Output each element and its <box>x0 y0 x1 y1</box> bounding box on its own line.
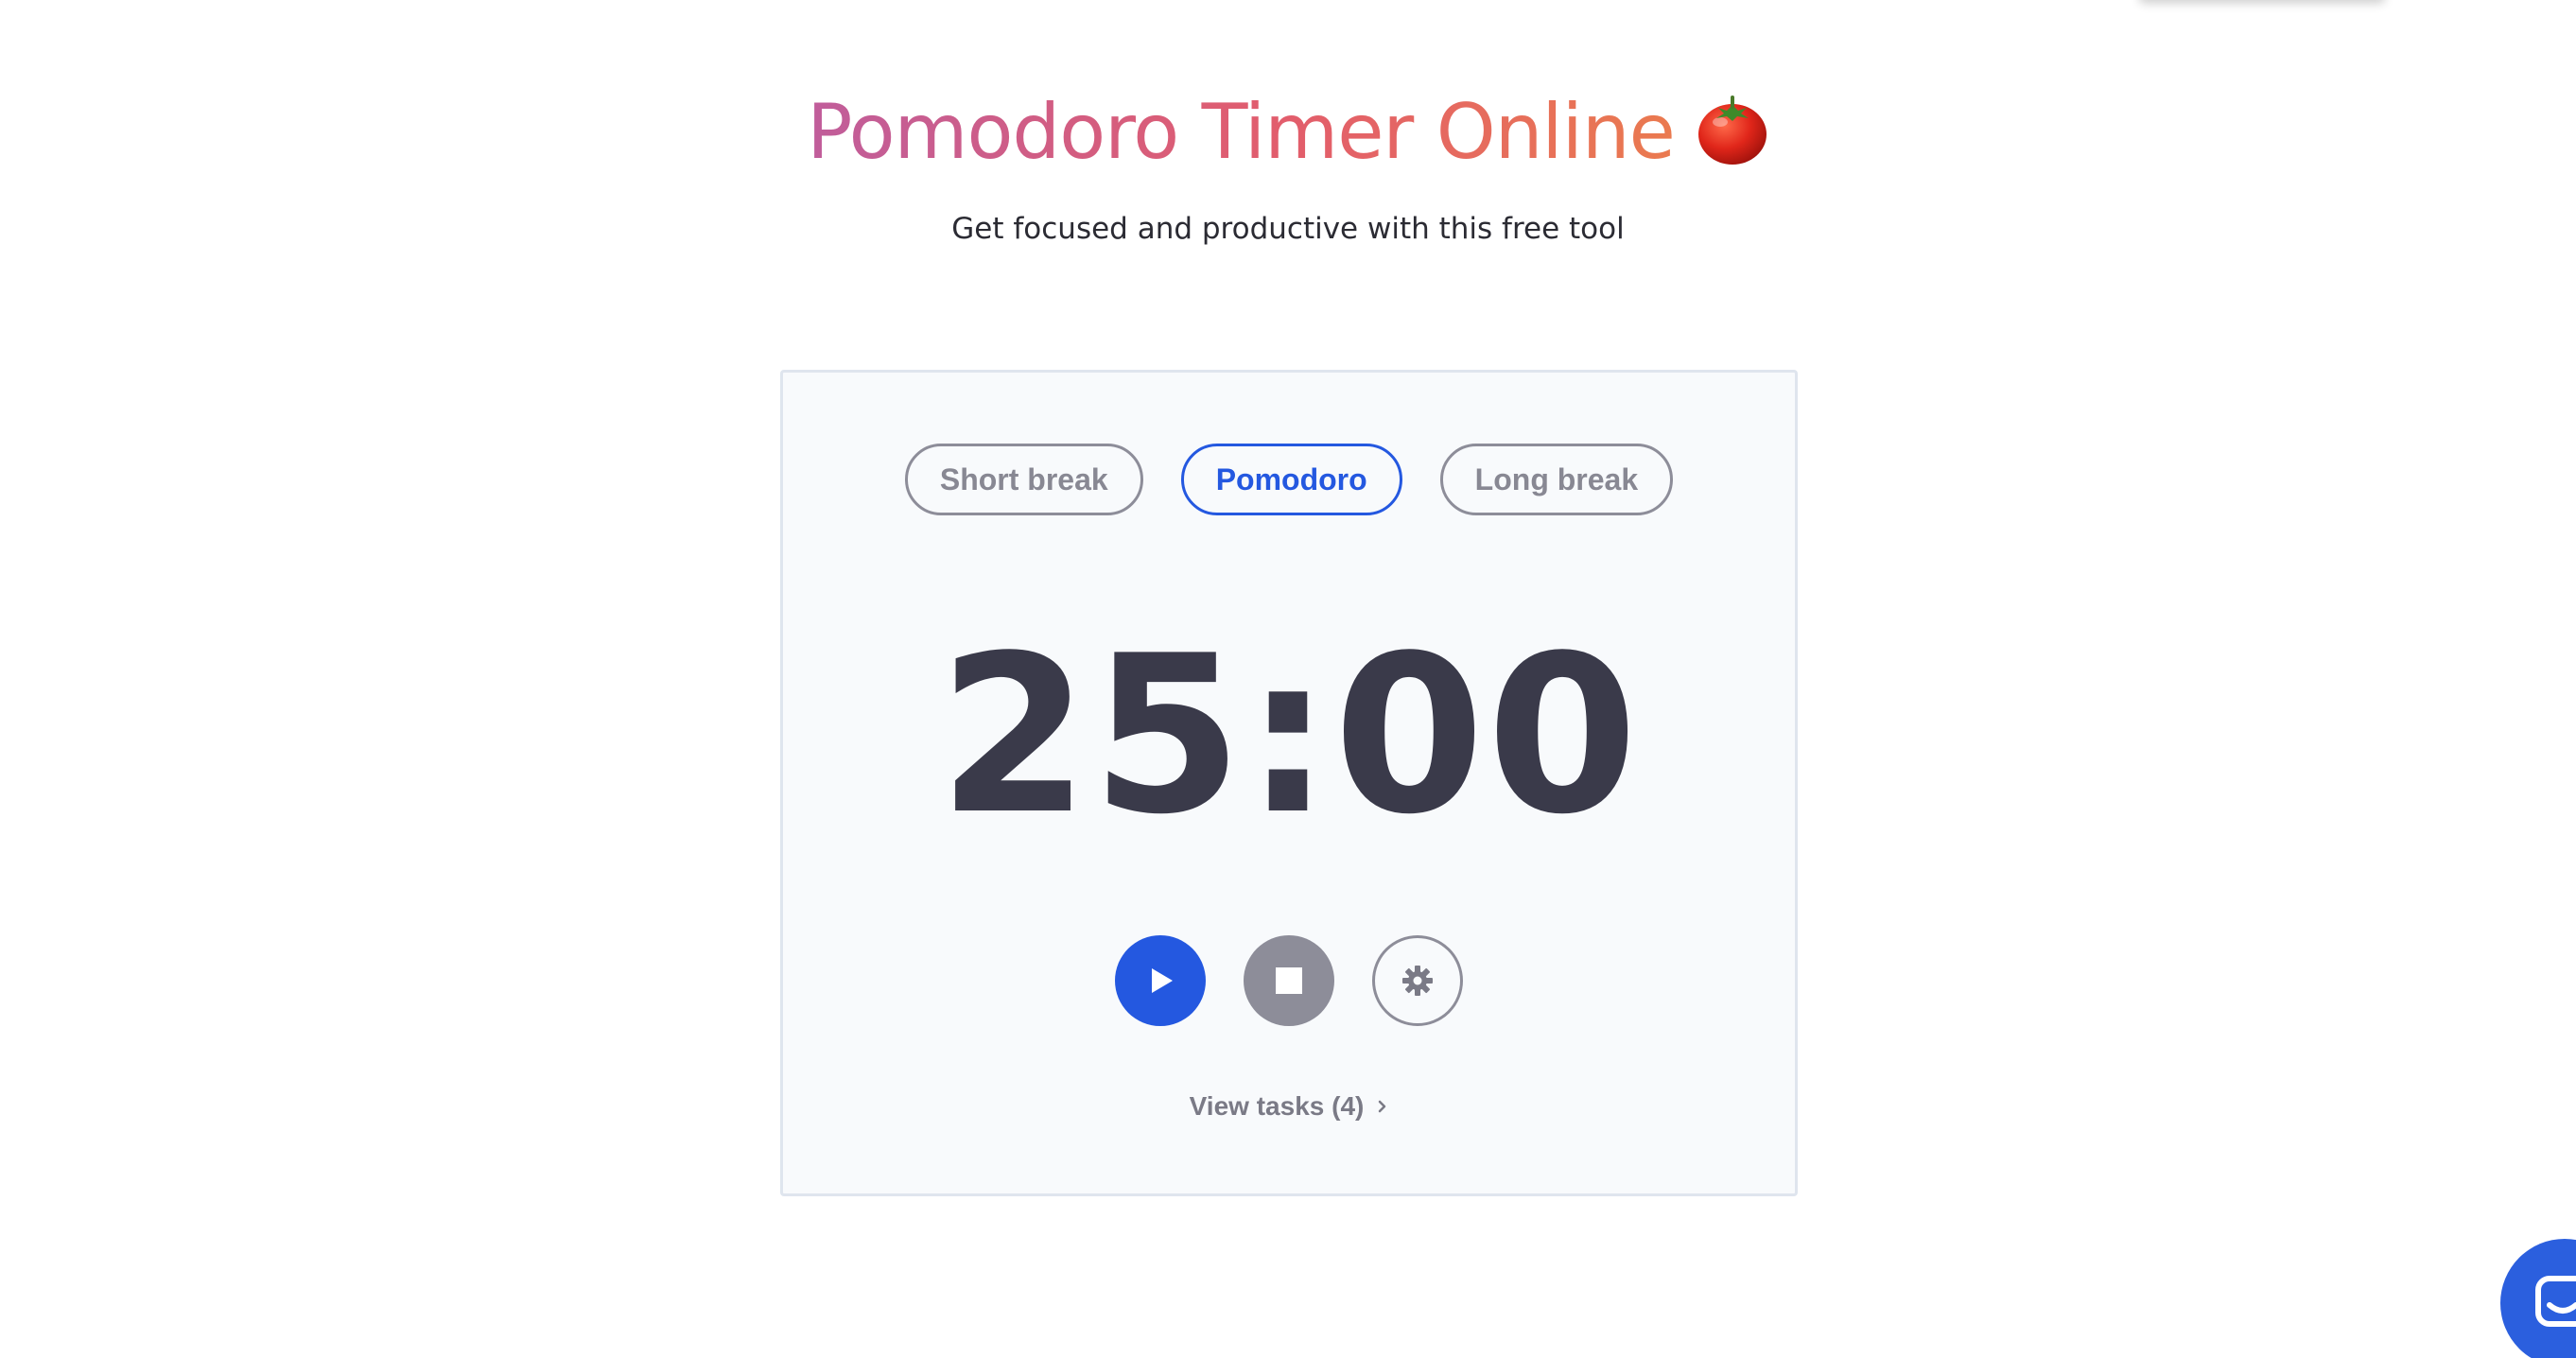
chat-icon <box>2535 1276 2576 1327</box>
gear-icon <box>1402 966 1433 996</box>
page-title-text: Pomodoro Timer Online <box>807 88 1676 176</box>
tab-short-break[interactable]: Short break <box>904 444 1143 515</box>
timer-controls <box>783 935 1795 1026</box>
play-button[interactable] <box>1115 935 1206 1026</box>
settings-button[interactable] <box>1372 935 1463 1026</box>
page-title: Pomodoro Timer Online <box>0 87 2576 185</box>
tab-pomodoro[interactable]: Pomodoro <box>1180 444 1402 515</box>
page-subtitle: Get focused and productive with this fre… <box>951 212 1625 246</box>
play-icon <box>1152 968 1173 993</box>
view-tasks-link[interactable]: View tasks (4) <box>783 1091 1795 1122</box>
tomato-icon <box>1696 92 1769 185</box>
mode-tabs: Short break Pomodoro Long break <box>783 444 1795 515</box>
stop-icon <box>1276 967 1302 994</box>
timer-display: 25:00 <box>937 610 1641 862</box>
page: Pomodoro Timer Online Get focused and pr… <box>0 0 2576 1358</box>
timer-card: Short break Pomodoro Long break 25:00 Vi… <box>780 370 1798 1196</box>
stop-button[interactable] <box>1244 935 1334 1026</box>
chevron-right-icon <box>1379 1100 1386 1113</box>
chat-launcher-button[interactable] <box>2500 1239 2576 1358</box>
tab-long-break[interactable]: Long break <box>1439 444 1674 515</box>
view-tasks-label: View tasks (4) <box>1189 1091 1365 1121</box>
